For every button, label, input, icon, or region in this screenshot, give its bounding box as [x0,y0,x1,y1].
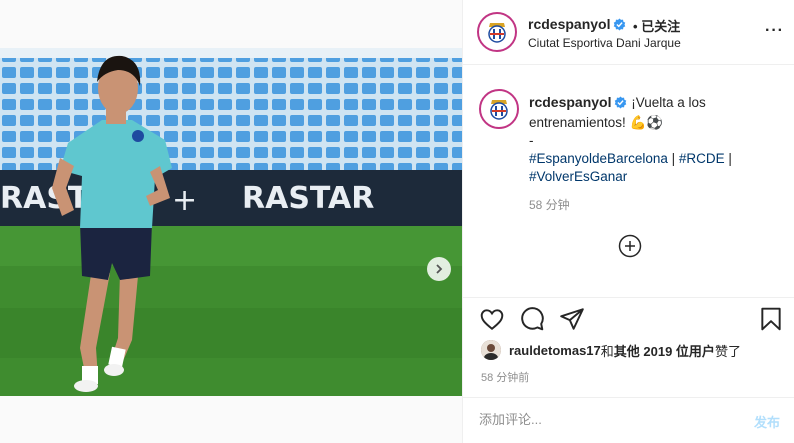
share-button[interactable] [559,306,585,337]
follow-label[interactable]: 已关注 [641,19,680,34]
likes-others-link[interactable]: 其他 2019 位用户 [614,341,715,360]
hashtag-separator: | [724,151,732,166]
liker-username[interactable]: rauldetomas17 [509,343,601,358]
comment-icon [521,307,544,331]
espanyol-crest-icon [488,23,506,43]
add-circle-icon [618,234,642,258]
post-timestamp[interactable]: 58 分钟前 [481,369,529,385]
liker-avatar[interactable] [481,340,501,360]
follow-separator: • [633,19,638,34]
post-side-panel: rcdespanyol • 已关注 Ciutat Esportiva Dani … [462,0,794,443]
share-icon [560,308,584,330]
likes-suffix: 赞了 [714,343,741,359]
likes-connector: 和 [600,343,614,359]
bookmark-icon [761,307,781,331]
save-button[interactable] [758,306,784,337]
caption-avatar[interactable] [479,89,519,129]
verified-icon [614,96,627,114]
caption-timestamp: 58 分钟 [529,198,570,212]
chevron-right-icon [436,264,443,274]
espanyol-crest-icon [490,100,508,120]
next-photo-button[interactable] [427,257,451,281]
hashtag-volveresganar[interactable]: #VolverEsGanar [529,169,627,184]
hashtag-espanyoldebarcelona[interactable]: #EspanyoldeBarcelona [529,151,668,166]
post-location[interactable]: Ciutat Esportiva Dani Jarque [528,36,681,50]
caption-dash: - [529,133,534,148]
author-avatar[interactable] [477,12,517,52]
post-photo[interactable]: RASTAR RASTAR + [0,48,462,396]
likes-summary: rauldetomas17 和 其他 2019 位用户 赞了 [481,340,741,360]
heart-icon [480,309,504,330]
banner-text-right: RASTAR [242,181,374,216]
verified-icon [613,18,626,36]
post-header: rcdespanyol • 已关注 Ciutat Esportiva Dani … [463,0,794,65]
caption-emoji: 💪⚽ [629,115,664,130]
caption-section: rcdespanyol ¡Vuelta a los entrenamientos… [463,65,794,297]
post-comment-button[interactable]: 发布 [754,412,780,431]
author-username[interactable]: rcdespanyol [528,16,610,32]
more-options-button[interactable]: ··· [765,22,784,40]
author-username-row: rcdespanyol [528,16,626,36]
hashtag-rcde[interactable]: #RCDE [679,151,725,166]
comment-button[interactable] [519,306,545,337]
post-actions-section: rauldetomas17 和 其他 2019 位用户 赞了 58 分钟前 发布 [463,297,794,443]
follow-status[interactable]: • 已关注 [633,16,680,35]
caption-username[interactable]: rcdespanyol [529,94,611,110]
svg-text:+: + [172,183,197,218]
training-photo: RASTAR RASTAR + [0,48,462,396]
comment-input[interactable] [479,412,729,427]
caption-text: rcdespanyol ¡Vuelta a los entrenamientos… [529,93,779,186]
comment-bar: 发布 [463,397,794,443]
like-button[interactable] [479,306,505,337]
load-more-comments-button[interactable] [618,234,642,258]
hashtag-separator: | [667,151,679,166]
